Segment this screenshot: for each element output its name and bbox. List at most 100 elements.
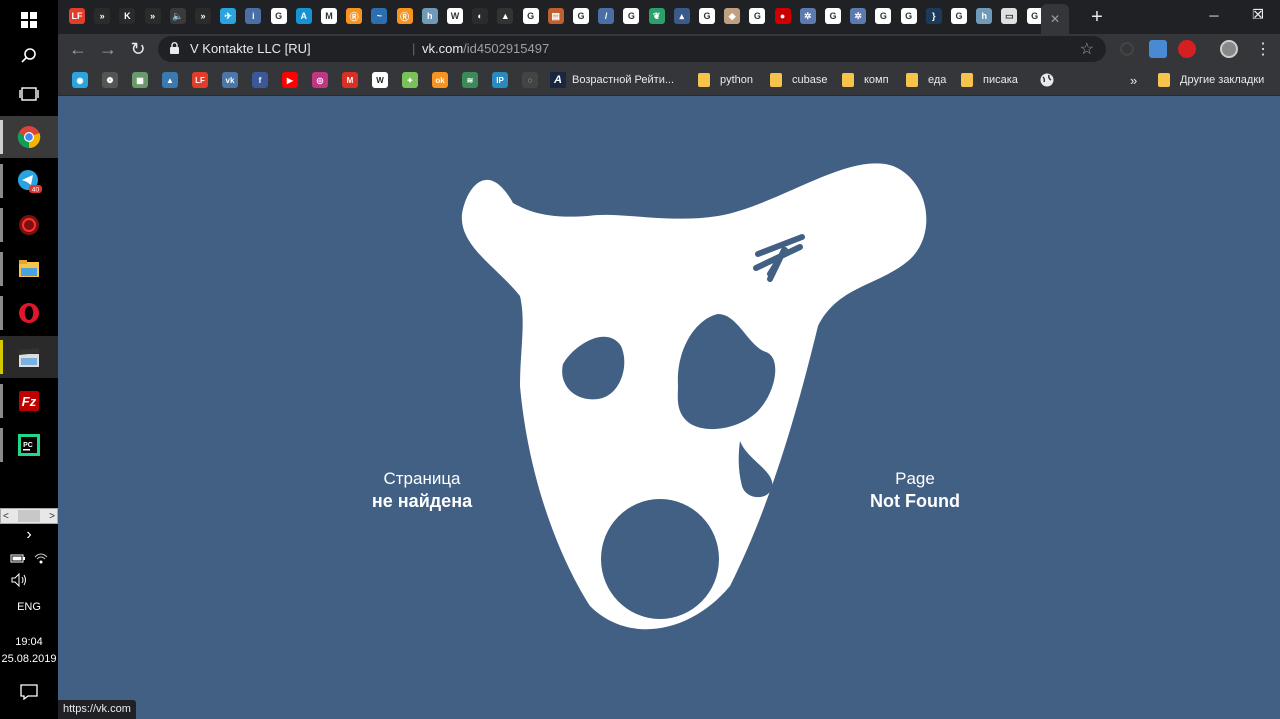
- tab-triangle[interactable]: ▲: [494, 5, 516, 27]
- scroll-thumb[interactable]: [18, 510, 40, 522]
- bookmark-facebook-icon[interactable]: f: [252, 72, 268, 88]
- tab-google[interactable]: G: [268, 5, 290, 27]
- extension-adblock-icon[interactable]: [1178, 40, 1196, 58]
- tab-redhat[interactable]: ●: [772, 5, 794, 27]
- tab-cube[interactable]: ◆: [721, 5, 743, 27]
- tab-google[interactable]: G: [746, 5, 768, 27]
- tab-ok[interactable]: Ⓡ: [343, 5, 365, 27]
- tab-google[interactable]: G: [696, 5, 718, 27]
- bookmark-bm1-icon[interactable]: ◉: [72, 72, 88, 88]
- taskbar-app-filezilla[interactable]: Fz: [0, 380, 58, 422]
- tab-wiki[interactable]: W: [444, 5, 466, 27]
- volume-button[interactable]: [0, 562, 58, 598]
- bookmark-folder-2[interactable]: комп: [842, 72, 889, 88]
- new-tab-button[interactable]: +: [1085, 5, 1109, 29]
- tab-ok2[interactable]: Ⓡ: [394, 5, 416, 27]
- bookmark-gmail-icon[interactable]: M: [342, 72, 358, 88]
- close-window-button[interactable]: ✕: [1236, 0, 1280, 30]
- profile-avatar[interactable]: [1220, 40, 1238, 58]
- menu-kebab-icon[interactable]: ⋮: [1255, 39, 1271, 59]
- bookmark-folder-0[interactable]: python: [698, 72, 753, 88]
- tab-google[interactable]: G: [948, 5, 970, 27]
- tab-yandex-zen[interactable]: »: [192, 5, 214, 27]
- tab-lf[interactable]: LF: [66, 5, 88, 27]
- bookmark-instagram-icon[interactable]: ◎: [312, 72, 328, 88]
- site-identity[interactable]: V Kontakte LLC [RU]: [190, 41, 311, 56]
- tab-telegram[interactable]: ✈: [217, 5, 239, 27]
- taskbar-app-explorer[interactable]: [0, 248, 58, 290]
- scroll-right-button[interactable]: >: [49, 511, 55, 522]
- task-view-button[interactable]: [0, 74, 58, 114]
- taskbar-app-pycharm[interactable]: PC: [0, 424, 58, 466]
- taskbar-app-opera[interactable]: [0, 292, 58, 334]
- bookmark-folder-4[interactable]: писака: [961, 72, 1018, 88]
- tab-google[interactable]: G: [520, 5, 542, 27]
- lock-icon[interactable]: [170, 42, 179, 54]
- tab-gear[interactable]: ✲: [797, 5, 819, 27]
- scroll-left-button[interactable]: <: [3, 511, 9, 522]
- tab-audio[interactable]: 🔈: [167, 5, 189, 27]
- extension-dark-icon[interactable]: [1120, 42, 1134, 56]
- tab-bird[interactable]: ~: [368, 5, 390, 27]
- bookmark-star-icon[interactable]: ☆: [1080, 39, 1094, 59]
- bookmark-android-icon[interactable]: ✦: [402, 72, 418, 88]
- url-text[interactable]: vk.com/id4502915497: [422, 41, 549, 56]
- windows-start-button[interactable]: [0, 0, 58, 40]
- bookmark-vk-icon[interactable]: vk: [222, 72, 238, 88]
- bookmark-youtube-icon[interactable]: ▶: [282, 72, 298, 88]
- tab-google[interactable]: G: [620, 5, 642, 27]
- bookmark-folder-3[interactable]: еда: [906, 72, 946, 88]
- tab-close-icon[interactable]: ✕: [1050, 12, 1060, 26]
- other-bookmarks[interactable]: Другие закладки: [1158, 72, 1264, 88]
- language-indicator[interactable]: ENG: [0, 601, 58, 613]
- taskbar-app-telegram[interactable]: 40: [0, 160, 58, 202]
- bookmark-bm3-icon[interactable]: ▦: [132, 72, 148, 88]
- forward-button[interactable]: →: [96, 37, 120, 61]
- bookmarks-more-button[interactable]: »: [1130, 72, 1137, 88]
- tab-google[interactable]: G: [822, 5, 844, 27]
- tab-google[interactable]: G: [570, 5, 592, 27]
- tab-gear[interactable]: ✲: [847, 5, 869, 27]
- bookmark-rating[interactable]: A Возрастной Рейти...: [550, 72, 674, 88]
- tab-dark[interactable]: ◐: [469, 5, 491, 27]
- back-button[interactable]: ←: [66, 37, 90, 61]
- search-button[interactable]: [0, 36, 58, 76]
- bookmark-bm2-icon[interactable]: ❁: [102, 72, 118, 88]
- tab-google[interactable]: G: [898, 5, 920, 27]
- tab-book[interactable]: ▤: [545, 5, 567, 27]
- bookmark-bm16-icon[interactable]: ◌: [522, 72, 538, 88]
- clock-date[interactable]: 25.08.2019: [0, 653, 58, 665]
- bookmark-ok-icon[interactable]: ok: [432, 72, 448, 88]
- tab-yandex-zen[interactable]: »: [91, 5, 113, 27]
- bookmark-ip-icon[interactable]: IP: [492, 72, 508, 88]
- tab-habr[interactable]: h: [973, 5, 995, 27]
- tab-kx[interactable]: K: [116, 5, 138, 27]
- tab-active-vk[interactable]: ✕: [1041, 4, 1069, 34]
- tab-brackets[interactable]: }: [923, 5, 945, 27]
- tab-arch[interactable]: A: [293, 5, 315, 27]
- tab-yandex-zen[interactable]: »: [142, 5, 164, 27]
- action-center-button[interactable]: [0, 674, 58, 710]
- taskbar-app-red-circle[interactable]: [0, 204, 58, 246]
- bookmark-bm4-icon[interactable]: ▲: [162, 72, 178, 88]
- bookmark-wiki-icon[interactable]: W: [372, 72, 388, 88]
- reload-button[interactable]: ↻: [126, 37, 150, 61]
- taskbar-app-chrome[interactable]: [0, 116, 58, 158]
- tab-info[interactable]: i: [242, 5, 264, 27]
- bookmark-bm14-icon[interactable]: ≋: [462, 72, 478, 88]
- extension-translate-icon[interactable]: [1149, 40, 1167, 58]
- taskbar-scroller[interactable]: < >: [0, 508, 58, 524]
- clock-time[interactable]: 19:04: [0, 636, 58, 648]
- tab-cap[interactable]: ▴: [671, 5, 693, 27]
- tab-habr[interactable]: h: [419, 5, 441, 27]
- tab-doc[interactable]: ▭: [998, 5, 1020, 27]
- tab-medium[interactable]: M: [318, 5, 340, 27]
- bookmark-folder-1[interactable]: cubase: [770, 72, 827, 88]
- address-bar[interactable]: V Kontakte LLC [RU] | vk.com/id450291549…: [158, 36, 1106, 62]
- tab-leaf[interactable]: ❦: [646, 5, 668, 27]
- tab-google[interactable]: G: [872, 5, 894, 27]
- bookmark-globe[interactable]: [1040, 72, 1054, 88]
- tab-slash[interactable]: /: [595, 5, 617, 27]
- taskbar-app-movie[interactable]: [0, 336, 58, 378]
- bookmark-bm5-icon[interactable]: LF: [192, 72, 208, 88]
